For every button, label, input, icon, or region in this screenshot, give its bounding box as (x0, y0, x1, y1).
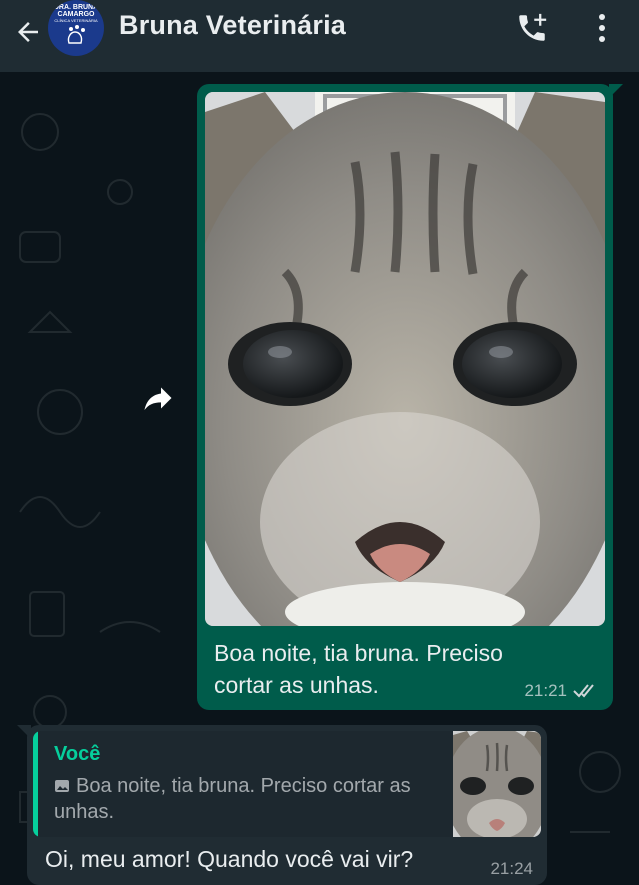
quote-bar (33, 731, 38, 837)
quote-text: Boa noite, tia bruna. Preciso cortar as … (54, 775, 411, 823)
chat-header: DRA. BRUNA CAMARGO CLÍNICA VETERINÁRIA B… (0, 0, 639, 72)
back-button[interactable] (8, 12, 48, 52)
cat-photo-thumbnail (453, 731, 541, 837)
quoted-message[interactable]: Você Boa noite, tia bruna. Preciso corta… (33, 731, 541, 837)
photo-icon (55, 780, 69, 792)
arrow-left-icon (18, 22, 38, 42)
menu-button[interactable] (586, 8, 618, 48)
double-check-read-icon (573, 684, 594, 698)
forward-icon (144, 387, 172, 410)
outgoing-message-time: 21:21 (524, 681, 567, 700)
add-call-icon (519, 13, 547, 41)
cat-photo[interactable] (205, 92, 605, 626)
avatar-logo-line-1: DRA. BRUNA (53, 4, 99, 11)
more-vertical-icon (599, 14, 605, 42)
bubble-tail (17, 725, 31, 739)
cat-photo-image (205, 92, 605, 626)
outgoing-message-meta: 21:21 (524, 681, 599, 701)
outgoing-message-text: Boa noite, tia bruna. Preciso cortar as … (214, 640, 503, 698)
incoming-message[interactable]: Você Boa noite, tia bruna. Preciso corta… (17, 725, 547, 885)
incoming-message-time: 21:24 (490, 859, 533, 878)
bubble-tail (609, 84, 623, 98)
incoming-message-text: Oi, meu amor! Quando você vai vir? (45, 846, 414, 872)
quote-author: Você (54, 743, 101, 765)
paw-logo-icon (67, 25, 85, 44)
avatar-logo-line-2: CAMARGO (57, 11, 95, 18)
avatar[interactable]: DRA. BRUNA CAMARGO CLÍNICA VETERINÁRIA (48, 0, 104, 56)
quote-thumbnail (453, 731, 541, 837)
chat-title[interactable]: Bruna Veterinária (119, 10, 346, 41)
quote-text-container: Boa noite, tia bruna. Preciso cortar as … (54, 773, 444, 825)
add-call-button[interactable] (512, 8, 552, 48)
outgoing-message[interactable]: Boa noite, tia bruna. Preciso cortar as … (197, 84, 623, 710)
forward-button[interactable] (136, 376, 180, 420)
